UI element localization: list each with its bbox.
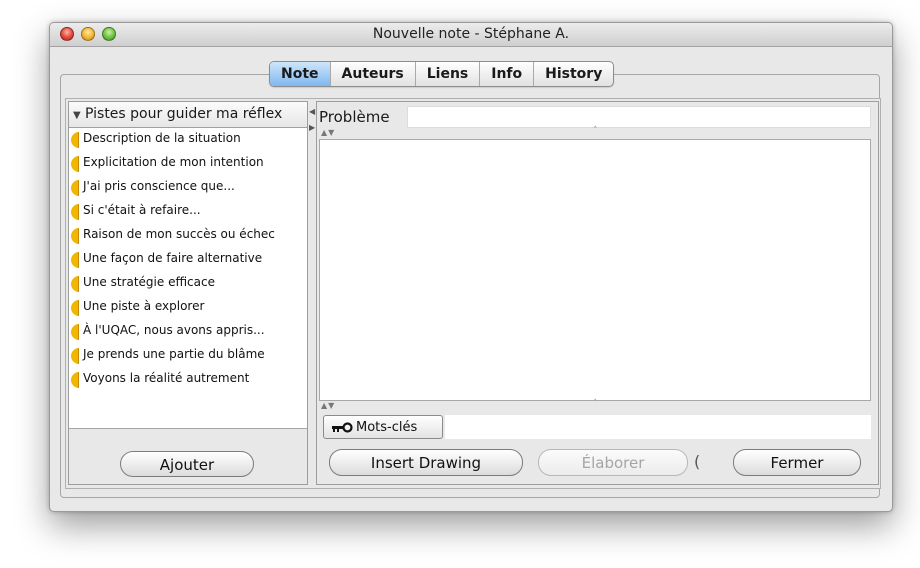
tab-strip: Note Auteurs Liens Info History — [269, 61, 615, 87]
resize-handle-icon[interactable]: ˄ — [593, 399, 598, 409]
list-item[interactable]: J'ai pris conscience que... — [69, 176, 307, 200]
note-window: Nouvelle note - Stéphane A. Note Auteurs… — [49, 22, 893, 512]
tab-info[interactable]: Info — [479, 62, 533, 86]
list-item[interactable]: À l'UQAC, nous avons appris... — [69, 320, 307, 344]
add-button[interactable]: Ajouter — [120, 451, 254, 477]
keywords-field[interactable] — [445, 415, 871, 439]
list-item-label: J'ai pris conscience que... — [83, 179, 235, 193]
half-circle-icon — [71, 372, 79, 388]
list-item-label: Raison de mon succès ou échec — [83, 227, 275, 241]
elaborer-button[interactable]: Élaborer — [538, 449, 688, 476]
split-right-arrow-icon[interactable]: ▶ — [309, 123, 315, 132]
list-item[interactable]: Explicitation de mon intention — [69, 152, 307, 176]
editor-pane: Problème ▲▼ ˄ ▲▼ ˄ Mots-clés Insert Draw… — [316, 101, 879, 485]
split-left-arrow-icon[interactable]: ◀ — [309, 107, 315, 116]
resize-handle-icon[interactable]: ˄ — [593, 126, 598, 136]
list-item-label: Une façon de faire alternative — [83, 251, 263, 265]
list-item-label: Voyons la réalité autrement — [83, 371, 250, 385]
list-item[interactable]: Je prends une partie du blâme — [69, 344, 307, 368]
key-icon — [332, 422, 353, 433]
half-circle-icon — [71, 228, 79, 244]
list-item-label: Une piste à explorer — [83, 299, 205, 313]
tab-note[interactable]: Note — [270, 62, 330, 86]
problem-label: Problème — [319, 106, 407, 128]
collapse-arrows-icon[interactable]: ▲▼ — [321, 128, 335, 137]
guide-list: Description de la situation Explicitatio… — [69, 128, 307, 429]
list-item[interactable]: Une stratégie efficace — [69, 272, 307, 296]
list-item-label: Je prends une partie du blâme — [83, 347, 265, 361]
list-item[interactable]: Voyons la réalité autrement — [69, 368, 307, 392]
window-title: Nouvelle note - Stéphane A. — [372, 26, 570, 42]
guide-header[interactable]: ▼ Pistes pour guider ma réflex — [69, 102, 307, 128]
half-circle-icon — [71, 252, 79, 268]
keywords-button[interactable]: Mots-clés — [323, 415, 443, 439]
half-circle-icon — [71, 156, 79, 172]
half-circle-icon — [71, 132, 79, 148]
title-bar[interactable]: Nouvelle note - Stéphane A. — [50, 23, 892, 47]
list-item[interactable]: Description de la situation — [69, 128, 307, 152]
insert-drawing-button[interactable]: Insert Drawing — [329, 449, 523, 476]
triangle-down-icon[interactable]: ▼ — [73, 103, 85, 127]
half-circle-icon — [71, 348, 79, 364]
list-item[interactable]: Une piste à explorer — [69, 296, 307, 320]
half-circle-icon — [71, 180, 79, 196]
tab-liens[interactable]: Liens — [414, 62, 480, 86]
paren-glyph: ( — [694, 452, 701, 471]
list-item-label: À l'UQAC, nous avons appris... — [83, 323, 265, 337]
half-circle-icon — [71, 300, 79, 316]
problem-field[interactable] — [407, 106, 871, 128]
list-item-label: Explicitation de mon intention — [83, 155, 264, 169]
note-body-textarea[interactable] — [319, 139, 871, 401]
tab-auteurs[interactable]: Auteurs — [329, 62, 415, 86]
list-item[interactable]: Si c'était à refaire... — [69, 200, 307, 224]
list-item-label: Description de la situation — [83, 131, 241, 145]
list-item-label: Si c'était à refaire... — [83, 203, 201, 217]
guide-header-label: Pistes pour guider ma réflex — [85, 106, 283, 122]
list-item-label: Une stratégie efficace — [83, 275, 215, 289]
close-button[interactable]: Fermer — [733, 449, 861, 476]
list-item[interactable]: Raison de mon succès ou échec — [69, 224, 307, 248]
split-divider[interactable] — [309, 101, 315, 483]
list-item[interactable]: Une façon de faire alternative — [69, 248, 307, 272]
collapse-arrows-icon[interactable]: ▲▼ — [321, 401, 335, 410]
half-circle-icon — [71, 324, 79, 340]
guide-pane: ▼ Pistes pour guider ma réflex Descriptio… — [68, 101, 308, 485]
half-circle-icon — [71, 204, 79, 220]
keywords-button-label: Mots-clés — [356, 420, 418, 435]
half-circle-icon — [71, 276, 79, 292]
tab-history[interactable]: History — [533, 62, 613, 86]
